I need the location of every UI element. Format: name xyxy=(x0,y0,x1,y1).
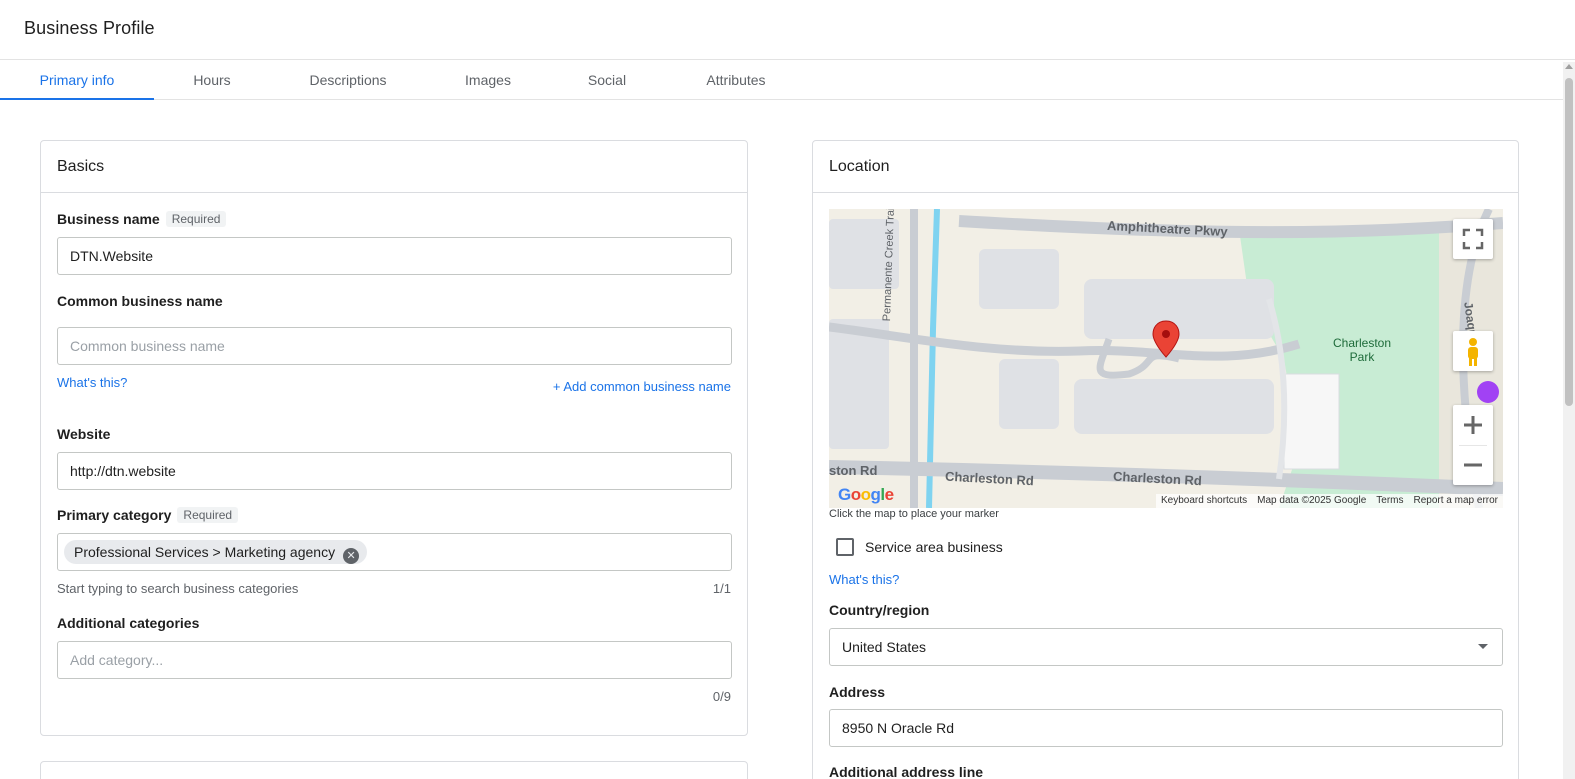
fullscreen-button[interactable] xyxy=(1453,219,1493,259)
country-region-label: Country/region xyxy=(829,602,930,618)
additional-categories-label: Additional categories xyxy=(57,615,200,631)
zoom-out-icon[interactable] xyxy=(1453,445,1493,485)
tab-descriptions[interactable]: Descriptions xyxy=(294,60,402,100)
basics-card-title: Basics xyxy=(41,141,747,193)
tab-attributes[interactable]: Attributes xyxy=(690,60,782,100)
basics-card: Basics Business name Required DTN.Website… xyxy=(40,140,748,736)
report-map-error-link[interactable]: Report a map error xyxy=(1409,495,1503,506)
website-label: Website xyxy=(57,426,111,442)
business-name-label: Business name Required xyxy=(57,211,227,227)
remove-chip-icon[interactable]: ✕ xyxy=(343,548,360,564)
location-card: Location Amphitheatre Pkwy Permanente Cr… xyxy=(812,140,1519,779)
primary-category-input[interactable]: Professional Services > Marketing agency… xyxy=(57,533,732,571)
required-badge: Required xyxy=(165,211,227,227)
whats-this-link[interactable]: What's this? xyxy=(57,375,127,390)
business-profile-page: Business Profile Primary info Hours Desc… xyxy=(0,0,1575,779)
pegman-icon xyxy=(1468,338,1478,366)
primary-category-label: Primary category Required xyxy=(57,507,239,523)
tab-hours[interactable]: Hours xyxy=(174,60,250,100)
tab-social[interactable]: Social xyxy=(572,60,642,100)
category-search-hint: Start typing to search business categori… xyxy=(57,581,299,596)
keyboard-shortcuts-link[interactable]: Keyboard shortcuts xyxy=(1156,495,1252,506)
tab-primary-info[interactable]: Primary info xyxy=(0,60,154,100)
additional-categories-input[interactable]: Add category... xyxy=(57,641,732,679)
add-common-business-name-link[interactable]: + Add common business name xyxy=(553,379,731,394)
terms-link[interactable]: Terms xyxy=(1371,495,1408,506)
service-area-label: Service area business xyxy=(865,539,1003,555)
street-view-button[interactable] xyxy=(1453,331,1493,371)
business-name-input[interactable]: DTN.Website xyxy=(57,237,732,275)
map-data-label: Map data ©2025 Google xyxy=(1257,495,1367,506)
map-hint: Click the map to place your marker xyxy=(829,508,999,520)
additional-categories-count: 0/9 xyxy=(712,689,731,704)
country-region-select[interactable]: United States xyxy=(829,628,1503,666)
required-badge: Required xyxy=(177,507,239,523)
address-label: Address xyxy=(829,684,886,700)
location-map[interactable]: Amphitheatre Pkwy Permanente Creek Trail… xyxy=(829,209,1503,508)
additional-address-line-label: Additional address line xyxy=(829,764,984,779)
top-bar: Business Profile xyxy=(0,0,1575,60)
map-road-label: ston Rd xyxy=(829,463,878,478)
scrollbar-thumb[interactable] xyxy=(1565,78,1573,406)
primary-category-count: 1/1 xyxy=(712,581,731,596)
google-logo: Google xyxy=(838,485,894,504)
location-card-title: Location xyxy=(813,141,1518,193)
chevron-down-icon xyxy=(1478,644,1488,649)
whats-this-link[interactable]: What's this? xyxy=(829,572,899,587)
address-input[interactable]: 8950 N Oracle Rd xyxy=(829,709,1503,747)
scroll-up-arrow-icon[interactable] xyxy=(1565,64,1573,69)
website-input[interactable]: http://dtn.website xyxy=(57,452,732,490)
next-card xyxy=(40,761,748,779)
map-attribution: Keyboard shortcuts Map data ©2025 Google T… xyxy=(1155,494,1503,508)
common-business-name-input[interactable]: Common business name xyxy=(57,327,732,365)
service-area-checkbox[interactable] xyxy=(836,538,854,556)
zoom-in-icon[interactable] xyxy=(1453,405,1493,445)
common-business-name-label: Common business name xyxy=(57,293,223,309)
country-region-value: United States xyxy=(842,639,927,655)
tab-images[interactable]: Images xyxy=(450,60,526,100)
photo-icon[interactable] xyxy=(1477,381,1499,403)
map-park-label: Charleston Park xyxy=(1332,336,1392,364)
fullscreen-icon xyxy=(1462,228,1484,250)
tab-bar: Primary info Hours Descriptions Images S… xyxy=(0,60,1575,100)
page-title: Business Profile xyxy=(24,18,155,38)
zoom-controls xyxy=(1453,405,1493,485)
page-scrollbar[interactable] xyxy=(1563,62,1575,779)
map-canvas[interactable] xyxy=(829,209,1503,508)
category-chip: Professional Services > Marketing agency… xyxy=(64,540,368,564)
